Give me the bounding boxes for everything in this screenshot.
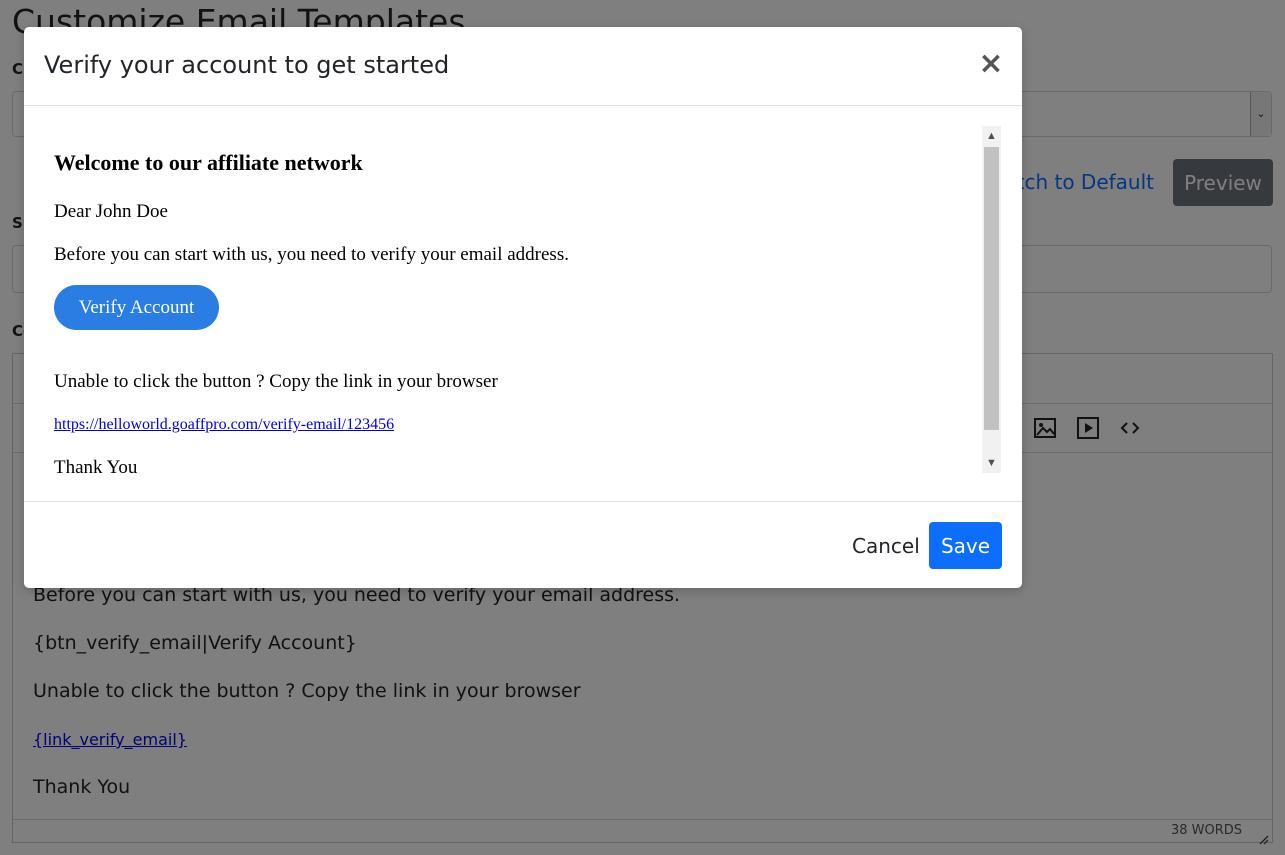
- cancel-button[interactable]: Cancel: [846, 522, 924, 569]
- scroll-up-icon[interactable]: ▲: [982, 126, 1001, 146]
- preview-greeting: Dear John Doe: [54, 201, 168, 222]
- preview-unable-text: Unable to click the button ? Copy the li…: [54, 371, 498, 392]
- modal-body: Welcome to our affiliate network Dear Jo…: [24, 106, 1022, 501]
- preview-scrollbar[interactable]: ▲ ▼: [982, 126, 1001, 473]
- scroll-down-icon[interactable]: ▼: [982, 453, 1001, 473]
- preview-thanks: Thank You: [54, 457, 138, 473]
- close-icon[interactable]: ×: [978, 49, 1004, 79]
- email-preview: Welcome to our affiliate network Dear Jo…: [44, 126, 1001, 473]
- modal-header: Verify your account to get started ×: [24, 27, 1022, 106]
- scrollbar-thumb[interactable]: [984, 147, 999, 430]
- preview-body-text: Before you can start with us, you need t…: [54, 244, 569, 265]
- verify-email-link[interactable]: https://helloworld.goaffpro.com/verify-e…: [54, 416, 394, 434]
- modal-footer: Cancel Save: [24, 501, 1022, 588]
- save-button[interactable]: Save: [929, 522, 1002, 569]
- verify-account-button[interactable]: Verify Account: [54, 285, 219, 330]
- modal-title: Verify your account to get started: [44, 51, 450, 79]
- verify-account-modal: Verify your account to get started × Wel…: [24, 27, 1022, 588]
- preview-heading: Welcome to our affiliate network: [54, 150, 363, 175]
